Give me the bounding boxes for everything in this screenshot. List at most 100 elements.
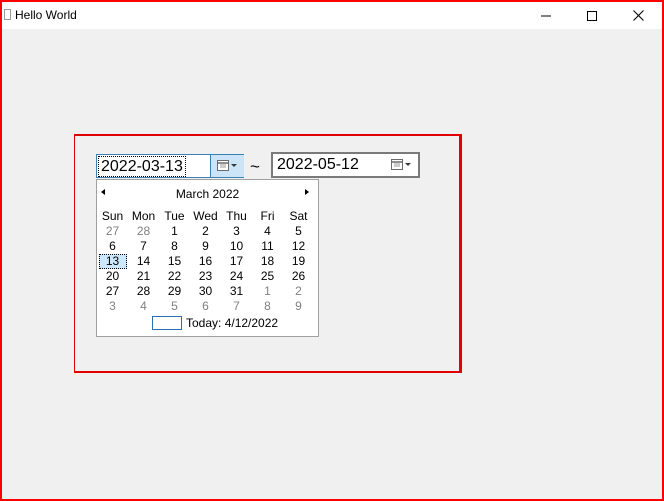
range-separator: ~ — [250, 157, 260, 176]
calendar-day[interactable]: 23 — [190, 269, 221, 284]
calendar-day[interactable]: 27 — [97, 224, 128, 239]
calendar-day-label: 3 — [233, 224, 240, 238]
calendar-day-label: 9 — [202, 239, 209, 253]
calendar-day[interactable]: 16 — [190, 254, 221, 269]
calendar-day-label: 1 — [171, 224, 178, 238]
title-bar[interactable]: Hello World — [2, 2, 662, 29]
calendar-day[interactable]: 4 — [128, 299, 159, 314]
calendar-day[interactable]: 6 — [97, 239, 128, 254]
start-date-picker[interactable]: 2022-03-13 — [96, 154, 244, 178]
calendar-day-label: 30 — [198, 284, 213, 298]
calendar-day-label: 29 — [167, 284, 182, 298]
calendar-day-label: 20 — [105, 269, 120, 283]
calendar-day[interactable]: 4 — [252, 224, 283, 239]
calendar-day-label: 23 — [198, 269, 213, 283]
calendar-month-label[interactable]: March 2022 — [97, 187, 318, 201]
calendar-day[interactable]: 8 — [159, 239, 190, 254]
calendar-day[interactable]: 26 — [283, 269, 314, 284]
close-button[interactable] — [615, 2, 661, 29]
calendar-day[interactable]: 2 — [283, 284, 314, 299]
calendar-day[interactable]: 5 — [159, 299, 190, 314]
end-date-picker[interactable]: 2022-05-12 — [271, 152, 420, 178]
calendar-day[interactable]: 1 — [159, 224, 190, 239]
calendar-day-label: 5 — [295, 224, 302, 238]
calendar-day[interactable]: 18 — [252, 254, 283, 269]
weekday-header: Wed — [193, 209, 218, 223]
app-icon — [4, 9, 11, 20]
calendar-day[interactable]: 10 — [221, 239, 252, 254]
calendar-day[interactable]: 9 — [283, 299, 314, 314]
close-icon — [632, 10, 644, 21]
end-date-value[interactable]: 2022-05-12 — [276, 156, 360, 174]
calendar-day-label: 21 — [136, 269, 151, 283]
calendar-day-label: 8 — [171, 239, 178, 253]
calendar-day[interactable]: 31 — [221, 284, 252, 299]
weekday-header: Mon — [131, 209, 156, 223]
calendar-day[interactable]: 22 — [159, 269, 190, 284]
calendar-day[interactable]: 5 — [283, 224, 314, 239]
calendar-day-label: 19 — [291, 254, 306, 268]
calendar-day[interactable]: 21 — [128, 269, 159, 284]
today-link[interactable]: Today: 4/12/2022 — [186, 316, 278, 330]
calendar-day[interactable]: 24 — [221, 269, 252, 284]
calendar-day-label: 15 — [167, 254, 182, 268]
calendar-day-selected[interactable]: 13 — [97, 254, 128, 269]
calendar-day-label: 6 — [109, 239, 116, 253]
start-date-dropdown-button[interactable] — [210, 155, 244, 177]
calendar-day-label: 7 — [140, 239, 147, 253]
weekday-header: Sat — [289, 209, 308, 223]
calendar-day-label: 27 — [105, 284, 120, 298]
calendar-day[interactable]: 28 — [128, 224, 159, 239]
calendar-day[interactable]: 7 — [128, 239, 159, 254]
calendar-day[interactable]: 14 — [128, 254, 159, 269]
minimize-icon — [541, 15, 551, 16]
calendar-day[interactable]: 7 — [221, 299, 252, 314]
weekday-header: Sun — [101, 209, 124, 223]
calendar-day-label: 5 — [171, 299, 178, 313]
maximize-icon — [587, 10, 597, 21]
calendar-day-label: 24 — [229, 269, 244, 283]
maximize-button[interactable] — [569, 2, 615, 29]
calendar-day-label: 2 — [295, 284, 302, 298]
triangle-right-icon[interactable] — [305, 189, 309, 195]
calendar-day[interactable]: 8 — [252, 299, 283, 314]
calendar-day[interactable]: 15 — [159, 254, 190, 269]
calendar-day-label: 26 — [291, 269, 306, 283]
calendar-day-label: 4 — [140, 299, 147, 313]
calendar-day[interactable]: 17 — [221, 254, 252, 269]
calendar-day[interactable]: 27 — [97, 284, 128, 299]
calendar-day[interactable]: 11 — [252, 239, 283, 254]
minimize-button[interactable] — [523, 2, 569, 29]
weekday-header: Thu — [226, 209, 247, 223]
calendar-dropdown-icon — [390, 159, 411, 170]
calendar-day[interactable]: 3 — [97, 299, 128, 314]
calendar-day[interactable]: 3 — [221, 224, 252, 239]
calendar-day[interactable]: 12 — [283, 239, 314, 254]
calendar-day[interactable]: 25 — [252, 269, 283, 284]
calendar-day-label: 9 — [295, 299, 302, 313]
calendar-day-label: 17 — [229, 254, 244, 268]
calendar-day[interactable]: 29 — [159, 284, 190, 299]
calendar-day-label: 28 — [136, 224, 151, 238]
calendar-day[interactable]: 19 — [283, 254, 314, 269]
calendar-day-label: 7 — [233, 299, 240, 313]
calendar-day-label: 6 — [202, 299, 209, 313]
calendar-day-label: 8 — [264, 299, 271, 313]
calendar-day[interactable]: 6 — [190, 299, 221, 314]
calendar-day-label: 18 — [260, 254, 275, 268]
calendar-day[interactable]: 30 — [190, 284, 221, 299]
start-date-value[interactable]: 2022-03-13 — [98, 156, 186, 177]
calendar-day-label: 1 — [264, 284, 271, 298]
weekday-header: Fri — [260, 209, 275, 223]
calendar-day-label: 14 — [136, 254, 151, 268]
calendar-day[interactable]: 9 — [190, 239, 221, 254]
calendar-day-label: 13 — [98, 254, 127, 269]
calendar-day-label: 10 — [229, 239, 244, 253]
calendar-day-label: 12 — [291, 239, 306, 253]
end-date-dropdown-button[interactable] — [385, 154, 418, 176]
calendar-day[interactable]: 1 — [252, 284, 283, 299]
calendar-day[interactable]: 2 — [190, 224, 221, 239]
calendar-day[interactable]: 28 — [128, 284, 159, 299]
calendar-day[interactable]: 20 — [97, 269, 128, 284]
calendar-dropdown-icon — [216, 160, 237, 171]
